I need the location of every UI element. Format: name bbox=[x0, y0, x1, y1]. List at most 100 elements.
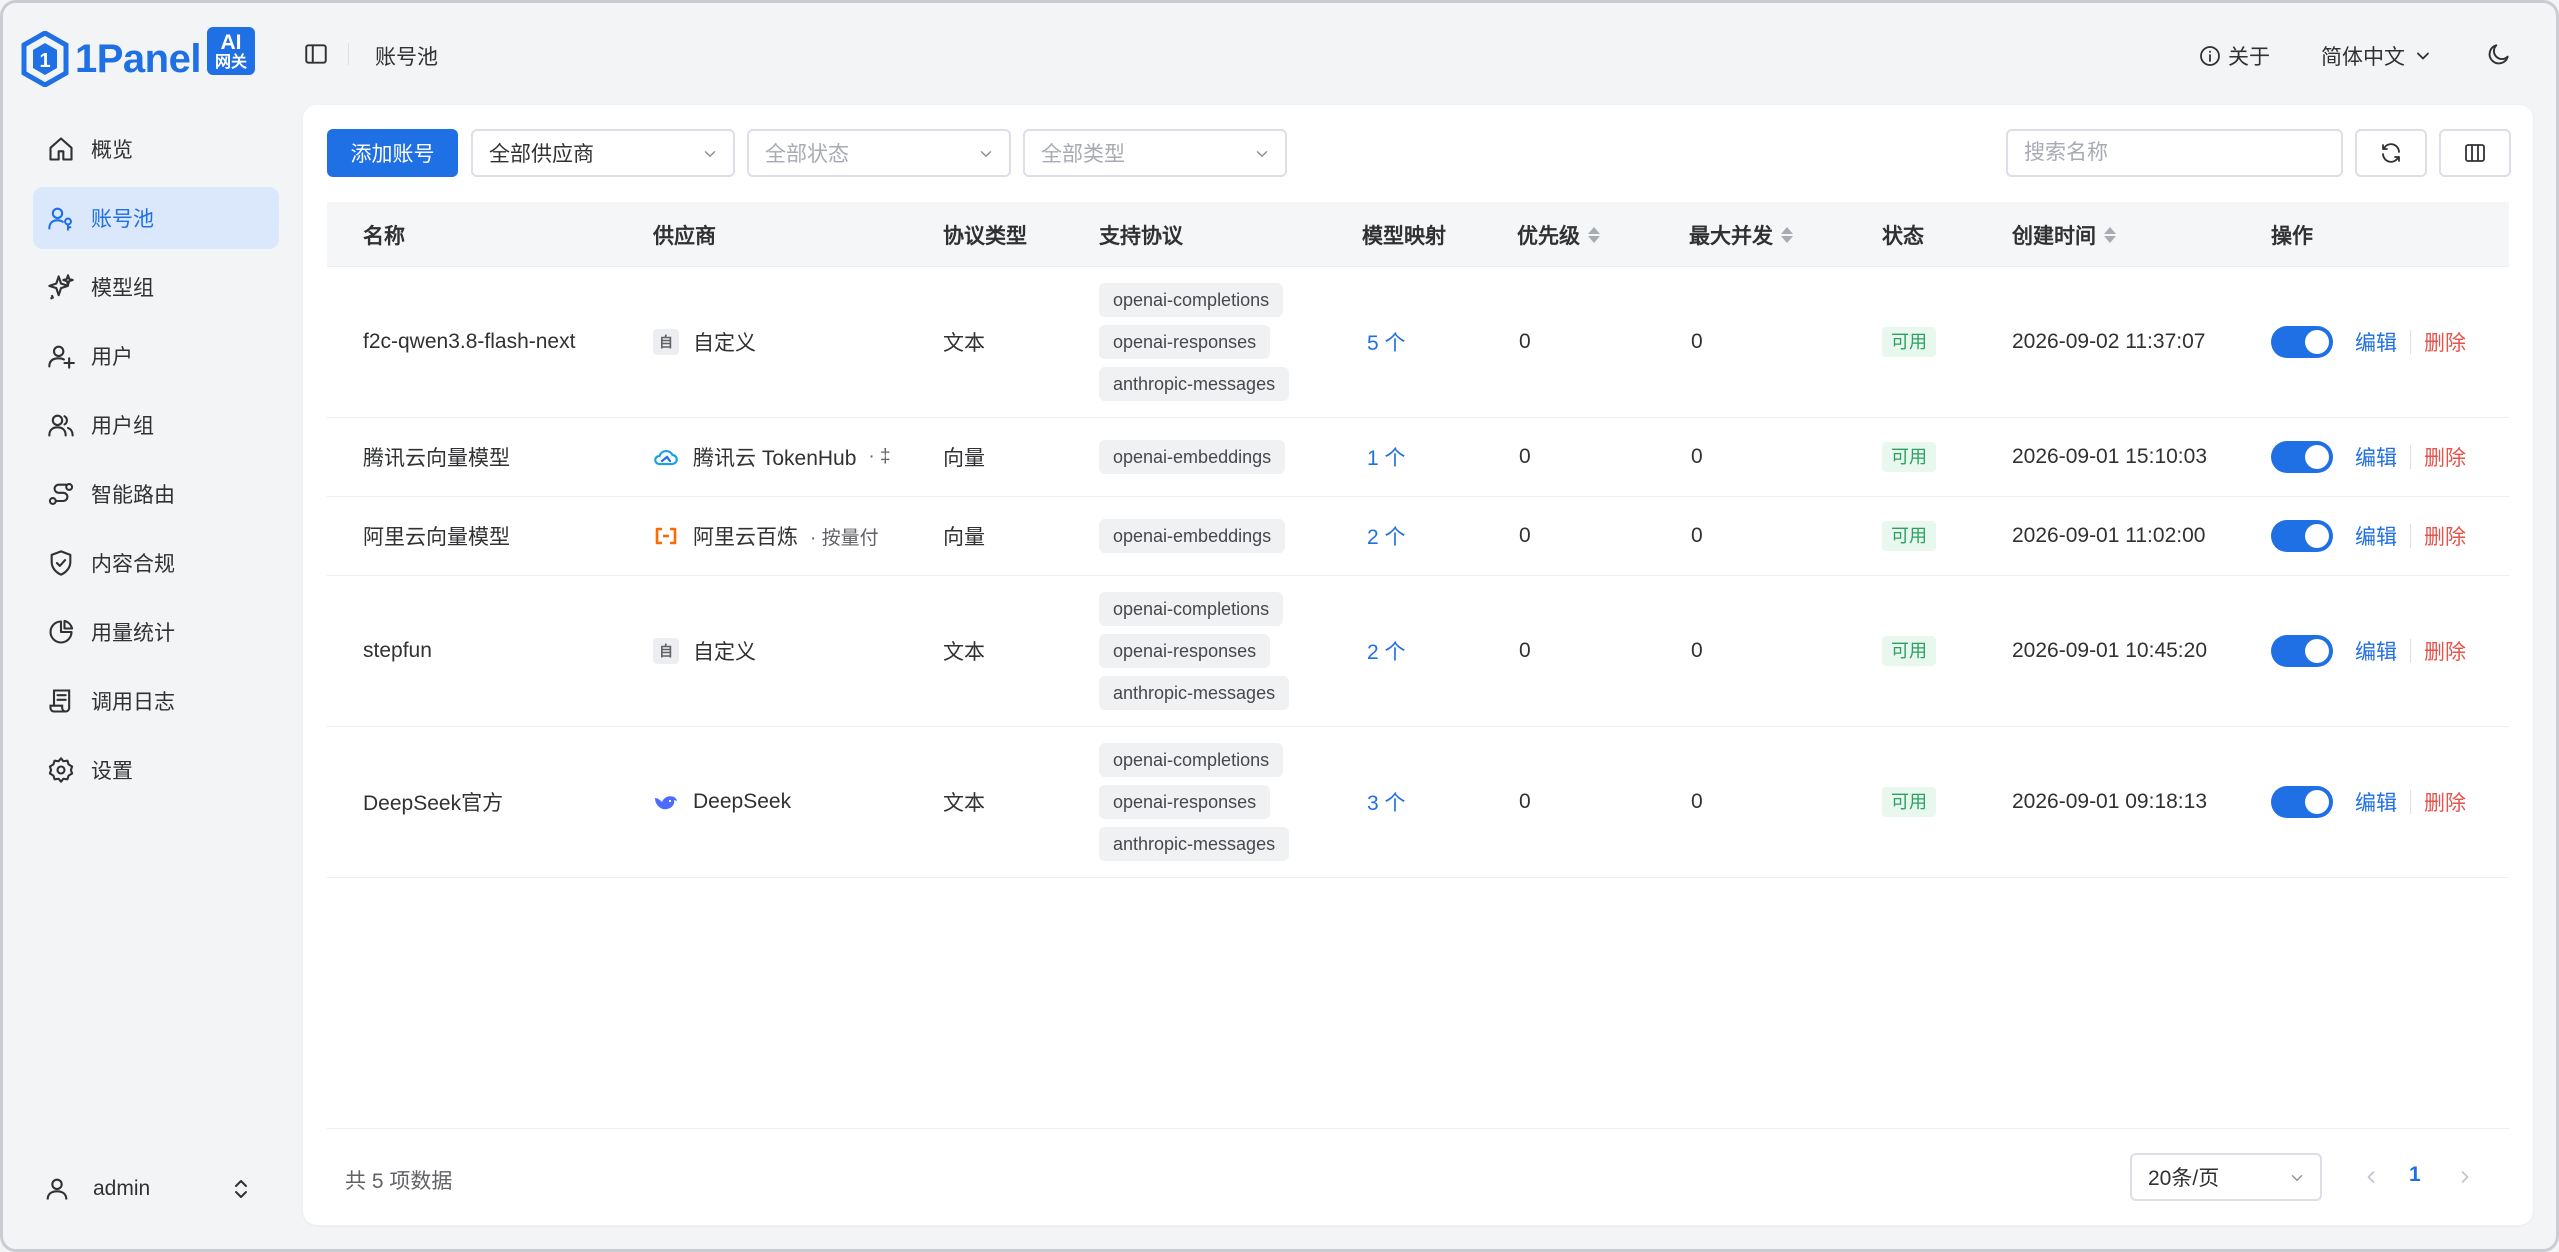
model-mapping-link[interactable]: 2 个 bbox=[1367, 636, 1406, 666]
action-divider bbox=[2410, 790, 2411, 814]
topbar-divider bbox=[348, 43, 349, 65]
provider-cell: DeepSeek bbox=[653, 727, 791, 877]
model-mapping-link[interactable]: 2 个 bbox=[1367, 521, 1406, 551]
sidebar-item-users[interactable]: 用户 bbox=[33, 325, 279, 387]
sidebar-toggle-icon[interactable] bbox=[303, 41, 329, 67]
add-account-button[interactable]: 添加账号 bbox=[327, 129, 458, 177]
table-header: 名称 供应商 协议类型 支持协议 模型映射 优先级 最大并发 状态 创建时间 操… bbox=[327, 202, 2509, 267]
sidebar-item-user-groups[interactable]: 用户组 bbox=[33, 394, 279, 456]
svg-text:1: 1 bbox=[39, 50, 50, 72]
row-actions: 编辑 删除 bbox=[2271, 497, 2466, 575]
type-filter-placeholder: 全部类型 bbox=[1041, 143, 1125, 166]
sidebar-item-smart-routing[interactable]: 智能路由 bbox=[33, 463, 279, 525]
edit-button[interactable]: 编辑 bbox=[2355, 442, 2397, 472]
enable-toggle[interactable] bbox=[2271, 326, 2333, 358]
chevron-left-icon[interactable] bbox=[2361, 1167, 2381, 1187]
refresh-icon bbox=[2382, 143, 2400, 163]
columns-button[interactable] bbox=[2439, 129, 2511, 177]
protocol-tag: anthropic-messages bbox=[1099, 367, 1290, 401]
protocol-tags: openai-embeddings bbox=[1099, 497, 1286, 575]
status-badge: 可用 bbox=[1882, 442, 1936, 472]
status-badge: 可用 bbox=[1882, 636, 1936, 666]
sidebar-item-label: 智能路由 bbox=[91, 484, 175, 507]
table-row: DeepSeek官方 DeepSeek 文本 openai-completion… bbox=[327, 727, 2509, 878]
user-avatar-icon bbox=[46, 1178, 68, 1200]
sidebar-item-account-pool[interactable]: 账号池 bbox=[33, 187, 279, 249]
info-icon bbox=[2200, 46, 2220, 66]
sidebar-item-model-group[interactable]: 模型组 bbox=[33, 256, 279, 318]
user-key-icon bbox=[48, 207, 72, 231]
type-filter-select[interactable]: 全部类型 bbox=[1023, 129, 1287, 177]
protocol-tag: openai-responses bbox=[1099, 325, 1271, 359]
sidebar-item-usage-stats[interactable]: 用量统计 bbox=[33, 601, 279, 663]
column-header-priority-label: 优先级 bbox=[1517, 224, 1580, 248]
action-divider bbox=[2410, 445, 2411, 469]
created-at: 2026-09-01 11:02:00 bbox=[2012, 524, 2206, 547]
edit-button[interactable]: 编辑 bbox=[2355, 636, 2397, 666]
account-name: 腾讯云向量模型 bbox=[363, 447, 510, 470]
sidebar-nav: 概览 账号池 模型组 用户 用户组 智能路由 内容合规 用量统计 调用日志 设置 bbox=[33, 118, 279, 808]
protocol-type: 文本 bbox=[943, 332, 985, 355]
protocol-tags: openai-completions openai-responses anth… bbox=[1099, 267, 1290, 417]
scroll-icon bbox=[49, 689, 71, 713]
sparkle-icon bbox=[48, 274, 74, 300]
app-window: 1 1Panel AI 网关 概览 账号池 模型组 用户 用户组 智能路由 内容… bbox=[0, 0, 2559, 1252]
model-mapping-link[interactable]: 3 个 bbox=[1367, 787, 1406, 817]
enable-toggle[interactable] bbox=[2271, 635, 2333, 667]
column-header-provider: 供应商 bbox=[653, 224, 716, 248]
protocol-tag: openai-completions bbox=[1099, 743, 1284, 777]
protocol-tags: openai-completions openai-responses anth… bbox=[1099, 727, 1290, 877]
priority-value: 0 bbox=[1519, 639, 1531, 662]
edit-button[interactable]: 编辑 bbox=[2355, 521, 2397, 551]
protocol-tags: openai-embeddings bbox=[1099, 418, 1286, 496]
column-header-created-at[interactable]: 创建时间 bbox=[2012, 202, 2116, 267]
sidebar-item-content-compliance[interactable]: 内容合规 bbox=[33, 532, 279, 594]
delete-button[interactable]: 删除 bbox=[2424, 636, 2466, 666]
sidebar-item-label: 用户组 bbox=[91, 415, 154, 438]
chevron-down-icon bbox=[2417, 52, 2429, 60]
enable-toggle[interactable] bbox=[2271, 441, 2333, 473]
model-mapping-link[interactable]: 1 个 bbox=[1367, 442, 1406, 472]
enable-toggle[interactable] bbox=[2271, 786, 2333, 818]
page-size-select[interactable]: 20条/页 bbox=[2130, 1153, 2322, 1201]
sidebar-item-label: 调用日志 bbox=[91, 691, 175, 714]
user-menu[interactable]: admin bbox=[33, 1161, 263, 1217]
chevron-down-icon bbox=[2291, 1175, 2303, 1181]
row-actions: 编辑 删除 bbox=[2271, 267, 2466, 417]
delete-button[interactable]: 删除 bbox=[2424, 327, 2466, 357]
status-badge: 可用 bbox=[1882, 327, 1936, 357]
model-mapping-link[interactable]: 5 个 bbox=[1367, 327, 1406, 357]
sidebar-item-call-logs[interactable]: 调用日志 bbox=[33, 670, 279, 732]
edit-button[interactable]: 编辑 bbox=[2355, 787, 2397, 817]
column-header-max-concurrency[interactable]: 最大并发 bbox=[1689, 202, 1793, 267]
table-row: f2c-qwen3.8-flash-next 自 自定义 文本 openai-c… bbox=[327, 267, 2509, 418]
dark-mode-moon-icon[interactable] bbox=[2486, 41, 2512, 67]
provider-filter-select[interactable]: 全部供应商 bbox=[471, 129, 735, 177]
enable-toggle[interactable] bbox=[2271, 520, 2333, 552]
chevron-right-icon[interactable] bbox=[2455, 1167, 2475, 1187]
delete-button[interactable]: 删除 bbox=[2424, 521, 2466, 551]
edit-button[interactable]: 编辑 bbox=[2355, 327, 2397, 357]
about-link[interactable]: 关于 bbox=[2198, 41, 2270, 71]
concurrency-value: 0 bbox=[1691, 330, 1703, 353]
protocol-type: 向量 bbox=[943, 447, 985, 470]
column-header-priority[interactable]: 优先级 bbox=[1517, 202, 1600, 267]
search-input[interactable] bbox=[2006, 129, 2343, 177]
refresh-button[interactable] bbox=[2355, 129, 2427, 177]
delete-button[interactable]: 删除 bbox=[2424, 442, 2466, 472]
brand-badge: AI 网关 bbox=[206, 27, 255, 75]
brand-name: 1Panel bbox=[75, 36, 201, 81]
status-filter-select[interactable]: 全部状态 bbox=[747, 129, 1011, 177]
users-icon bbox=[48, 414, 74, 437]
column-header-created-at-label: 创建时间 bbox=[2012, 224, 2096, 248]
delete-button[interactable]: 删除 bbox=[2424, 787, 2466, 817]
page-number-current[interactable]: 1 bbox=[2409, 1163, 2421, 1187]
billing-mode: · ‡ bbox=[868, 446, 891, 467]
row-actions: 编辑 删除 bbox=[2271, 576, 2466, 726]
sidebar-item-settings[interactable]: 设置 bbox=[33, 739, 279, 801]
protocol-type: 文本 bbox=[943, 641, 985, 664]
brand-logo: 1 1Panel AI 网关 bbox=[21, 27, 255, 91]
sidebar-item-overview[interactable]: 概览 bbox=[33, 118, 279, 180]
language-select[interactable]: 简体中文 bbox=[2321, 41, 2433, 71]
custom-icon: 自 bbox=[653, 638, 679, 664]
